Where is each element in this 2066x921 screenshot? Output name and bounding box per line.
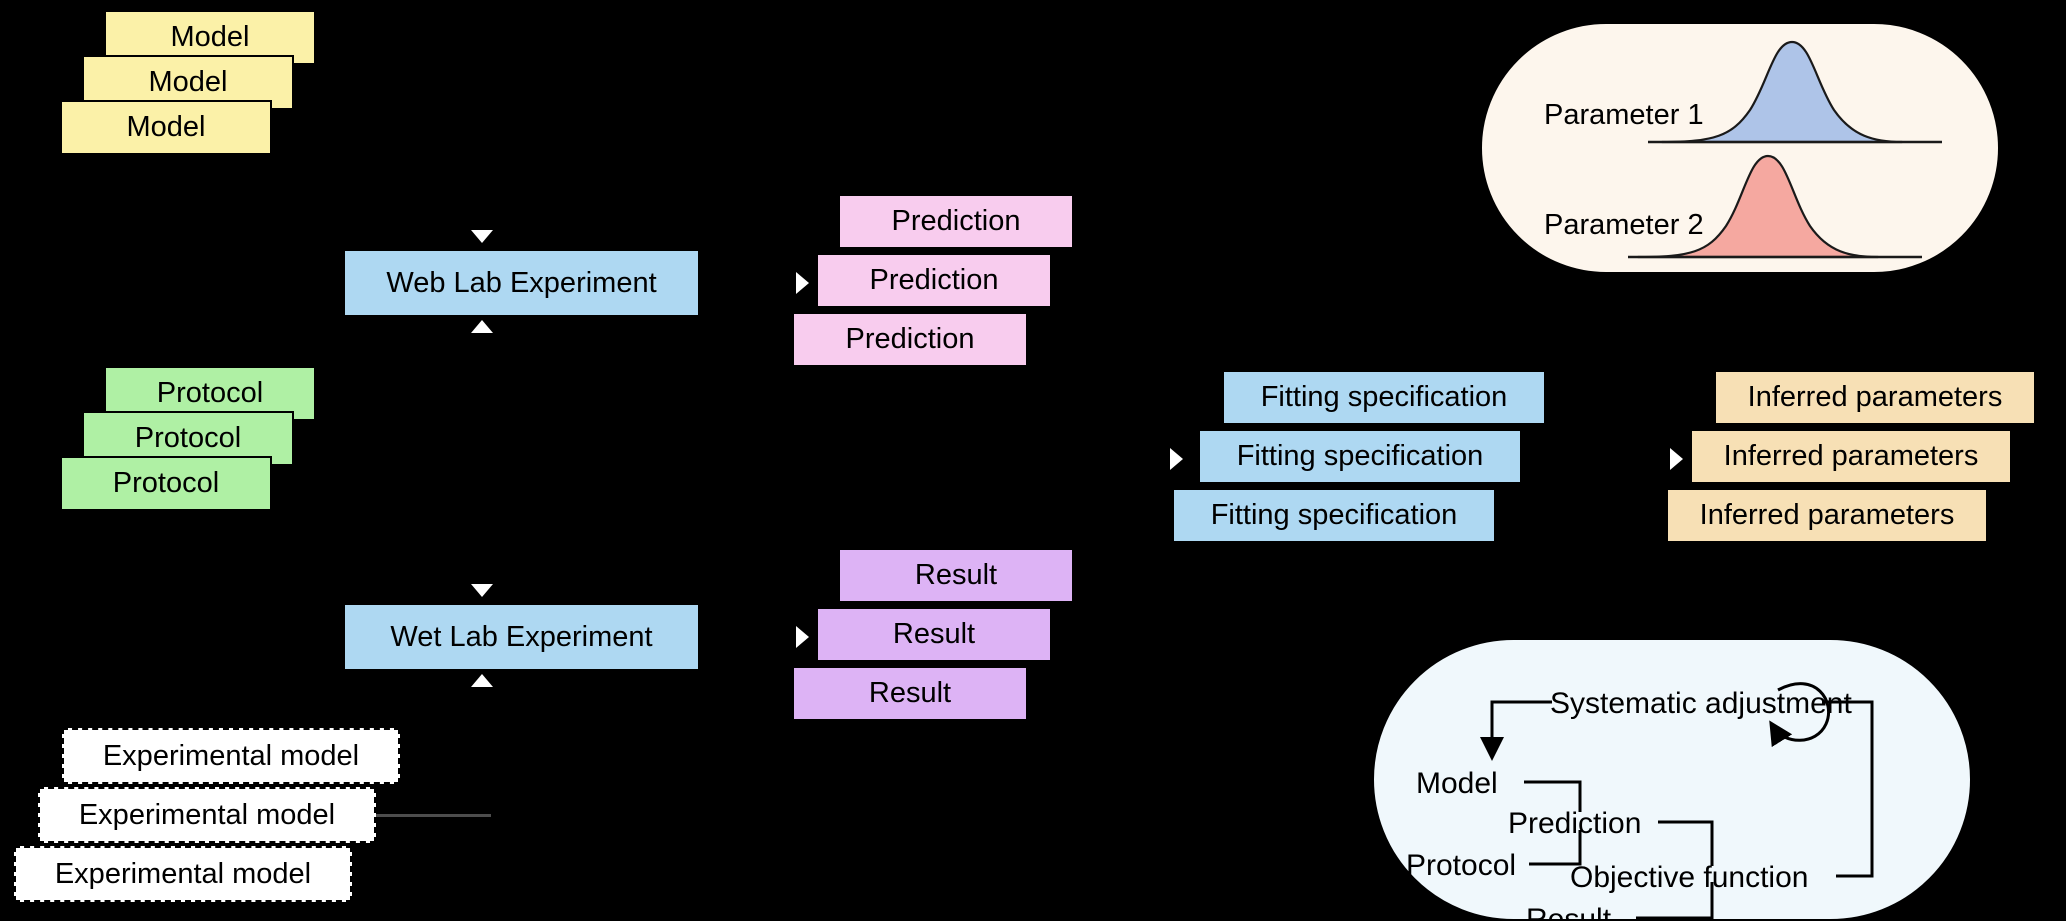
optimisation-cycle-panel: Systematic adjustment Model Prediction P… [1372,638,1972,921]
result-card-front[interactable]: Result [792,666,1028,721]
prediction-card-front[interactable]: Prediction [792,312,1028,367]
protocol-card-front[interactable]: Protocol [60,456,272,511]
experimental-model-connector-line [376,814,491,817]
experimental-model-card-back[interactable]: Experimental model [62,728,400,784]
result-card-back[interactable]: Result [838,548,1074,603]
cycle-node-systematic-adjustment[interactable]: Systematic adjustment [1550,687,1852,721]
objective-to-adjustment-connector [1822,700,1874,878]
wet-lab-experiment-box[interactable]: Wet Lab Experiment [343,603,700,671]
fitting-specification-arrow-icon [1170,448,1183,470]
inferred-parameters-card-back[interactable]: Inferred parameters [1714,370,2036,425]
parameter-1-label: Parameter 1 [1544,99,1704,131]
cycle-node-result[interactable]: Result [1526,903,1611,921]
inferred-parameters-card-middle[interactable]: Inferred parameters [1690,429,2012,484]
fitting-specification-card-middle[interactable]: Fitting specification [1198,429,1522,484]
result-card-middle[interactable]: Result [816,607,1052,662]
diagram-canvas: Model Model Model Protocol Protocol Prot… [0,0,2066,921]
prediction-card-middle[interactable]: Prediction [816,253,1052,308]
cycle-node-objective-function[interactable]: Objective function [1570,861,1808,895]
wet-lab-input-arrow-icon [471,584,493,597]
experimental-model-card-middle[interactable]: Experimental model [38,787,376,843]
web-lab-input-arrow-icon [471,230,493,243]
wet-lab-output-arrow-icon [471,674,493,687]
result-stack-arrow-icon [796,626,809,648]
parameter-2-label: Parameter 2 [1544,209,1704,241]
fitting-specification-card-back[interactable]: Fitting specification [1222,370,1546,425]
prediction-stack-arrow-icon [796,272,809,294]
prediction-to-objective-connector [1658,820,1714,866]
cycle-node-model[interactable]: Model [1416,767,1498,801]
web-lab-experiment-box[interactable]: Web Lab Experiment [343,249,700,317]
cycle-node-prediction[interactable]: Prediction [1508,807,1641,841]
inferred-parameters-arrow-icon [1670,448,1683,470]
cycle-node-protocol[interactable]: Protocol [1406,849,1516,883]
fitting-specification-card-front[interactable]: Fitting specification [1172,488,1496,543]
inferred-parameters-card-front[interactable]: Inferred parameters [1666,488,1988,543]
experimental-model-card-front[interactable]: Experimental model [14,846,352,902]
prediction-card-back[interactable]: Prediction [838,194,1074,249]
parameter-distribution-panel: Parameter 1 Parameter 2 [1480,22,2000,274]
web-lab-output-arrow-icon [471,320,493,333]
model-card-front[interactable]: Model [60,100,272,155]
adjustment-to-model-connector [1480,700,1552,761]
